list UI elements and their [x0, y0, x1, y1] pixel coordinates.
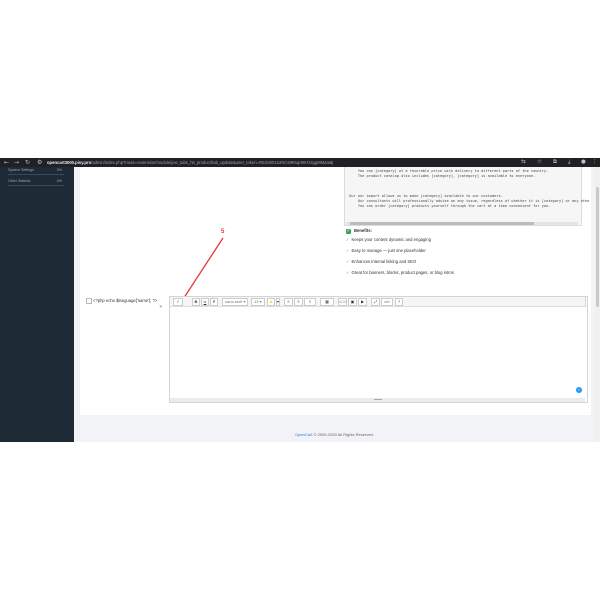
benefit-text: Great for banners, blocks, product pages… — [351, 270, 454, 275]
font-size-value: 13 — [254, 299, 259, 304]
benefit-text: Keeps your content dynamic and engaging — [351, 237, 431, 242]
forward-icon[interactable]: → — [14, 159, 19, 166]
reload-icon[interactable]: ↻ — [25, 159, 30, 166]
underline-button[interactable]: U — [201, 298, 209, 306]
translate-icon[interactable]: ⇆ — [521, 159, 526, 166]
sidebar-item-system-settings[interactable]: System Settings 0% — [8, 167, 64, 175]
sidebar-item-label: Other Statistic — [8, 179, 31, 183]
editor-toolbar: ✓ B U ✗ sans-serif ▾ 13 ▾ A ▾ ≡ ≡ ≡ ▦ ⊂⊃… — [169, 296, 586, 307]
footer-copyright: © 2009-2025 All Rights Reserved. — [312, 432, 374, 437]
editor-resize-handle[interactable] — [170, 398, 585, 402]
description-field-label: <?php echo $language['name']; ?> > — [86, 298, 166, 310]
benefit-text: Easy to manage — just one placeholder — [351, 248, 426, 253]
clear-format-button[interactable]: ✗ — [210, 298, 218, 306]
picture-button[interactable]: ▣ — [348, 298, 357, 306]
paragraph-button[interactable]: ≡ — [304, 298, 316, 306]
benefit-item: ✓ Enhances internal linking and SEO — [346, 259, 416, 265]
extensions-icon[interactable]: ⧉ — [553, 159, 557, 166]
bold-button[interactable]: B — [192, 298, 200, 306]
sidebar-item-label: System Settings — [8, 168, 34, 172]
link-button[interactable]: ⊂⊃ — [338, 298, 347, 306]
fullscreen-button[interactable]: ⤢ — [371, 298, 380, 306]
browser-toolbar: ← → ↻ ⚙ opencart3000.pisy.pro/admin/inde… — [0, 158, 600, 167]
preview-scrollbar[interactable] — [346, 222, 578, 225]
sidebar-item-count: 0% — [56, 179, 62, 183]
preview-line: Our consultants will professionally advi… — [347, 199, 590, 203]
preview-line: You can [category] at a favorable price … — [347, 169, 549, 173]
benefit-item: ✓ Great for banners, blocks, product page… — [346, 270, 454, 276]
sidebar-item-other-statistic[interactable]: Other Statistic 0% — [8, 178, 64, 186]
scrollbar-thumb[interactable] — [596, 187, 599, 307]
code-view-button[interactable]: </> — [381, 298, 393, 306]
scrollbar-thumb[interactable] — [350, 222, 534, 225]
back-icon[interactable]: ← — [4, 159, 9, 166]
font-size-select[interactable]: 13 ▾ — [251, 298, 265, 306]
preview-line: Our our import allows us to make [catego… — [347, 194, 503, 198]
sidebar-item-count: 0% — [56, 168, 62, 172]
ordered-list-button[interactable]: ≡ — [294, 298, 303, 306]
profile-icon[interactable]: ● — [581, 159, 586, 166]
unordered-list-button[interactable]: ≡ — [284, 298, 293, 306]
page-scrollbar[interactable] — [595, 167, 600, 442]
font-color-button[interactable]: A — [267, 298, 275, 306]
preview-line: You can order [category] products yourse… — [347, 204, 551, 208]
benefit-text: Enhances internal linking and SEO — [351, 259, 417, 264]
check-icon: ✓ — [346, 248, 350, 253]
grammar-check-icon[interactable]: ✓ — [576, 387, 582, 393]
downloads-icon[interactable]: ⤓ — [568, 159, 570, 166]
address-bar[interactable]: opencart3000.pisy.pro/admin/index.php?ro… — [47, 159, 467, 166]
url-path: /admin/index.php?route=extension/module/… — [91, 160, 334, 165]
font-family-value: sans-serif — [225, 299, 243, 304]
star-icon[interactable]: ☆ — [537, 159, 542, 166]
page-footer: OpenCart © 2009-2025 All Rights Reserved… — [74, 432, 595, 437]
benefit-item: ✓ Easy to manage — just one placeholder — [346, 248, 426, 254]
video-button[interactable]: ▶ — [358, 298, 367, 306]
check-icon: ✓ — [346, 259, 350, 264]
flag-icon — [86, 298, 92, 304]
color-dropdown-icon[interactable]: ▾ — [276, 298, 280, 306]
grip-icon — [374, 399, 382, 401]
font-family-select[interactable]: sans-serif ▾ — [222, 298, 248, 306]
preview-box: You can [category] at a favorable price … — [344, 167, 589, 226]
url-domain: opencart3000.pisy.pro — [47, 160, 92, 165]
benefits-title: Benefits: — [354, 228, 372, 233]
field-label-text: <?php echo $language['name']; ?> — [93, 298, 158, 304]
check-icon: ✓ — [346, 270, 350, 275]
magic-wand-button[interactable]: ✓ — [173, 298, 183, 306]
table-button[interactable]: ▦ — [320, 298, 334, 306]
preview-line: The product catalog also includes [categ… — [347, 174, 536, 178]
admin-sidebar: System Settings 0% Other Statistic 0% — [0, 167, 74, 442]
editor-content-area[interactable] — [170, 307, 585, 399]
footer-brand-link[interactable]: OpenCart — [295, 432, 312, 437]
help-button[interactable]: ? — [395, 298, 403, 306]
menu-icon[interactable]: ⋮ — [592, 159, 598, 166]
field-label-suffix: > — [159, 304, 162, 310]
benefit-item: ✓ Keeps your content dynamic and engaging — [346, 237, 431, 243]
checkbox-icon: ✓ — [346, 228, 351, 234]
check-icon: ✓ — [346, 237, 350, 242]
site-info-icon[interactable]: ⚙ — [37, 159, 42, 166]
